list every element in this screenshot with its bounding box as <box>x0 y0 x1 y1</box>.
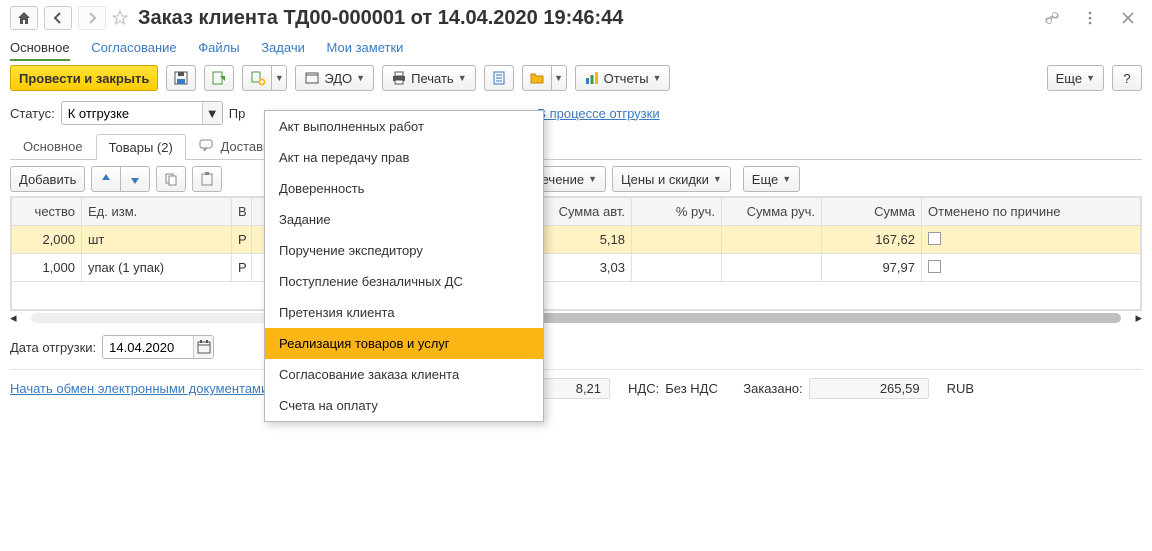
home-button[interactable] <box>10 6 38 30</box>
ship-date-label: Дата отгрузки: <box>10 340 96 355</box>
favorite-star-icon[interactable] <box>112 10 128 26</box>
paste-button[interactable] <box>192 166 222 192</box>
calendar-icon[interactable] <box>193 336 213 358</box>
prices-discounts-button[interactable]: Цены и скидки▼ <box>612 166 731 192</box>
create-based-on-button[interactable] <box>242 65 272 91</box>
tab-main[interactable]: Основное <box>10 133 96 159</box>
menu-item[interactable]: Задание <box>265 204 543 235</box>
table-more-button[interactable]: Еще▼ <box>743 166 800 192</box>
cancelled-checkbox[interactable] <box>928 232 941 245</box>
menu-item[interactable]: Реализация товаров и услуг <box>265 328 543 359</box>
menu-item[interactable]: Поручение экспедитору <box>265 235 543 266</box>
menu-item[interactable]: Акт выполненных работ <box>265 111 543 142</box>
close-button[interactable] <box>1114 6 1142 30</box>
col-sum[interactable]: Сумма <box>822 198 922 226</box>
nav-approval[interactable]: Согласование <box>91 40 176 59</box>
nav-tasks[interactable]: Задачи <box>261 40 305 59</box>
status-input[interactable] <box>62 102 202 124</box>
col-uom[interactable]: Ед. изм. <box>82 198 232 226</box>
col-sum-manual[interactable]: Сумма руч. <box>722 198 822 226</box>
forward-button[interactable] <box>78 6 106 30</box>
nav-files[interactable]: Файлы <box>198 40 239 59</box>
goods-grid[interactable]: чество Ед. изм. В 0 Сумма авт. % руч. Су… <box>10 196 1142 311</box>
save-button[interactable] <box>166 65 196 91</box>
status-combo[interactable]: ▼ <box>61 101 223 125</box>
horizontal-scrollbar[interactable]: ◂▸ <box>10 311 1142 325</box>
shipping-process-link[interactable]: В процессе отгрузки <box>537 106 659 121</box>
print-button[interactable]: Печать ▼ <box>382 65 476 91</box>
more-button[interactable]: Еще ▼ <box>1047 65 1104 91</box>
create-based-on-caret[interactable]: ▼ <box>271 65 287 91</box>
col-sum-auto[interactable]: Сумма авт. <box>532 198 632 226</box>
kebab-menu-icon[interactable] <box>1076 6 1104 30</box>
ship-date-input[interactable] <box>103 336 193 358</box>
comment-icon <box>199 139 217 154</box>
nav-links: Основное Согласование Файлы Задачи Мои з… <box>10 40 1142 55</box>
menu-item[interactable]: Претензия клиента <box>265 297 543 328</box>
priority-label-cut: Пр <box>229 106 246 121</box>
nav-main[interactable]: Основное <box>10 40 70 61</box>
status-label: Статус: <box>10 106 55 121</box>
status-combo-caret[interactable]: ▼ <box>202 102 222 124</box>
back-button[interactable] <box>44 6 72 30</box>
col-pct-manual[interactable]: % руч. <box>632 198 722 226</box>
move-up-button[interactable] <box>91 166 121 192</box>
help-button[interactable]: ? <box>1112 65 1142 91</box>
window-title: Заказ клиента ТД00-000001 от 14.04.2020 … <box>138 7 1032 30</box>
move-down-button[interactable] <box>120 166 150 192</box>
col-v[interactable]: В <box>232 198 252 226</box>
table-row[interactable]: 1,000 упак (1 упак) P 0 3,03 97,97 <box>12 254 1141 282</box>
document-icon-button[interactable] <box>484 65 514 91</box>
post-button[interactable] <box>204 65 234 91</box>
table-row[interactable]: 2,000 шт P 0 5,18 167,62 <box>12 226 1141 254</box>
menu-item[interactable]: Согласование заказа клиента <box>265 359 543 390</box>
create-based-on-menu: Акт выполненных работ Акт на передачу пр… <box>264 110 544 422</box>
menu-item[interactable]: Доверенность <box>265 173 543 204</box>
menu-item[interactable]: Поступление безналичных ДС <box>265 266 543 297</box>
ordered-label: Заказано: <box>743 381 802 396</box>
post-and-close-button[interactable]: Провести и закрыть <box>10 65 158 91</box>
currency-label: RUB <box>947 381 974 396</box>
reports-button[interactable]: Отчеты ▼ <box>575 65 671 91</box>
col-cancelled[interactable]: Отменено по причине <box>922 198 1141 226</box>
nav-notes[interactable]: Мои заметки <box>326 40 403 59</box>
vat-label: НДС: <box>628 381 659 396</box>
ship-date-field[interactable] <box>102 335 214 359</box>
tab-goods[interactable]: Товары (2) <box>96 134 186 160</box>
col-qty[interactable]: чество <box>12 198 82 226</box>
ordered-value: 265,59 <box>809 378 929 399</box>
folder-caret[interactable]: ▼ <box>551 65 567 91</box>
add-row-button[interactable]: Добавить <box>10 166 85 192</box>
cancelled-checkbox[interactable] <box>928 260 941 273</box>
vat-value: Без НДС <box>665 381 725 396</box>
attach-link-icon[interactable] <box>1038 6 1066 30</box>
copy-button[interactable] <box>156 166 186 192</box>
edo-button[interactable]: ЭДО ▼ <box>295 65 374 91</box>
folder-button[interactable] <box>522 65 552 91</box>
menu-item[interactable]: Счета на оплату <box>265 390 543 421</box>
menu-item[interactable]: Акт на передачу прав <box>265 142 543 173</box>
